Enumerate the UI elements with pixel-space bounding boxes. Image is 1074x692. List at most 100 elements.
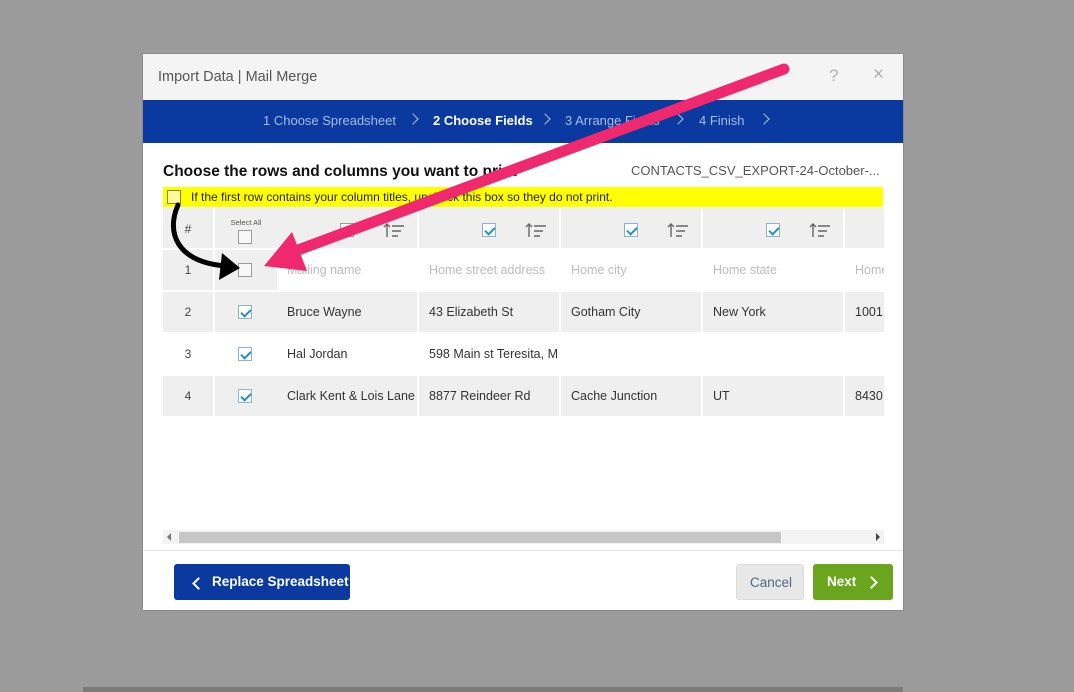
cell-text: Clark Kent & Lois Lane bbox=[287, 389, 415, 403]
cell-text: UT bbox=[713, 389, 730, 403]
sort-icon[interactable] bbox=[809, 222, 831, 238]
row-select-cell bbox=[215, 292, 277, 332]
scroll-right-icon[interactable] bbox=[876, 533, 880, 541]
row-number: 1 bbox=[184, 263, 192, 277]
scrollbar-thumb[interactable] bbox=[179, 532, 781, 543]
row-number-cell: 1 bbox=[163, 250, 213, 290]
chevron-right-icon bbox=[407, 113, 419, 125]
cell-text: 1001 bbox=[855, 305, 883, 319]
page-heading: Choose the rows and columns you want to … bbox=[163, 163, 517, 180]
cell-text: Gotham City bbox=[571, 305, 641, 319]
row-number: 4 bbox=[184, 389, 192, 403]
chevron-right-icon bbox=[672, 113, 684, 125]
footer-divider bbox=[143, 550, 903, 551]
replace-spreadsheet-button[interactable]: Replace Spreadsheet bbox=[174, 564, 350, 600]
scroll-left-icon[interactable] bbox=[167, 533, 171, 541]
column-header-5 bbox=[845, 208, 884, 248]
table-cell: Home bbox=[845, 250, 884, 290]
dialog-titlebar: Import Data | Mail Merge ? × bbox=[143, 54, 903, 100]
chevron-left-icon bbox=[192, 577, 205, 590]
column-header-1 bbox=[277, 208, 417, 248]
cell-text: 8430 bbox=[855, 389, 883, 403]
cell-text: Bruce Wayne bbox=[287, 305, 362, 319]
table-cell bbox=[561, 334, 701, 374]
dialog-title: Import Data | Mail Merge bbox=[158, 69, 318, 85]
sort-icon[interactable] bbox=[667, 222, 689, 238]
row-number: 3 bbox=[184, 347, 192, 361]
wizard-steps: 1 Choose Spreadsheet 2 Choose Fields 3 A… bbox=[143, 100, 903, 143]
chevron-right-icon bbox=[539, 113, 551, 125]
chevron-right-icon bbox=[865, 576, 878, 589]
table-cell bbox=[845, 334, 884, 374]
select-all-checkbox[interactable] bbox=[238, 230, 252, 244]
row-select-cell bbox=[215, 250, 277, 290]
column-checkbox[interactable] bbox=[624, 223, 638, 237]
cell-text: 598 Main st Teresita, M bbox=[429, 347, 558, 361]
step-choose-fields[interactable]: 2 Choose Fields bbox=[433, 113, 533, 128]
table-cell bbox=[703, 334, 843, 374]
table-cell: Home city bbox=[561, 250, 701, 290]
cancel-label: Cancel bbox=[750, 575, 793, 590]
cell-text: Home bbox=[855, 263, 884, 277]
table-cell: 8877 Reindeer Rd bbox=[419, 376, 559, 416]
sort-icon[interactable] bbox=[383, 222, 405, 238]
replace-spreadsheet-label: Replace Spreadsheet bbox=[212, 574, 349, 589]
horizontal-scrollbar[interactable] bbox=[163, 530, 884, 544]
row-number-cell: 2 bbox=[163, 292, 213, 332]
next-button[interactable]: Next bbox=[813, 564, 893, 600]
column-header-3 bbox=[561, 208, 701, 248]
table-cell: Home street address bbox=[419, 250, 559, 290]
cell-text: New York bbox=[713, 305, 766, 319]
next-label: Next bbox=[827, 574, 857, 589]
row-number-cell: 3 bbox=[163, 334, 213, 374]
table-cell: UT bbox=[703, 376, 843, 416]
select-all-label: Select All bbox=[230, 218, 262, 227]
background-strip bbox=[83, 687, 903, 692]
first-row-notice: If the first row contains your column ti… bbox=[163, 187, 883, 207]
row-number: 2 bbox=[184, 305, 192, 319]
cell-text: 43 Elizabeth St bbox=[429, 305, 514, 319]
table-cell: Home state bbox=[703, 250, 843, 290]
cancel-button[interactable]: Cancel bbox=[736, 564, 804, 600]
table-cell: Hal Jordan bbox=[277, 334, 417, 374]
table-cell: New York bbox=[703, 292, 843, 332]
step-choose-spreadsheet[interactable]: 1 Choose Spreadsheet bbox=[263, 113, 396, 128]
row-number-cell: 4 bbox=[163, 376, 213, 416]
first-row-checkbox[interactable] bbox=[167, 190, 181, 204]
column-header-2 bbox=[419, 208, 559, 248]
table-cell: Clark Kent & Lois Lane bbox=[277, 376, 417, 416]
help-icon[interactable]: ? bbox=[829, 66, 838, 86]
close-icon[interactable]: × bbox=[873, 65, 884, 85]
cell-text: Home state bbox=[713, 263, 777, 277]
import-dialog: Import Data | Mail Merge ? × 1 Choose Sp… bbox=[142, 53, 904, 611]
spreadsheet-filename: CONTACTS_CSV_EXPORT-24-October-... bbox=[631, 163, 880, 178]
column-checkbox[interactable] bbox=[482, 223, 496, 237]
column-checkbox[interactable] bbox=[340, 223, 354, 237]
column-header-4 bbox=[703, 208, 843, 248]
step-arrange-fields[interactable]: 3 Arrange Fields bbox=[565, 113, 660, 128]
data-grid: # Select All 1 Mailing name Home street … bbox=[163, 208, 884, 420]
cell-text: Home city bbox=[571, 263, 627, 277]
cell-text: Cache Junction bbox=[571, 389, 658, 403]
table-cell: Mailing name bbox=[277, 250, 417, 290]
row-checkbox[interactable] bbox=[238, 347, 252, 361]
cell-text: 8877 Reindeer Rd bbox=[429, 389, 531, 403]
table-cell: 1001 bbox=[845, 292, 884, 332]
table-cell: 598 Main st Teresita, M bbox=[419, 334, 559, 374]
step-finish[interactable]: 4 Finish bbox=[699, 113, 745, 128]
row-select-cell bbox=[215, 376, 277, 416]
header-num-cell: # bbox=[163, 208, 213, 248]
table-cell: 8430 bbox=[845, 376, 884, 416]
notice-text: If the first row contains your column ti… bbox=[191, 190, 613, 204]
table-cell: Cache Junction bbox=[561, 376, 701, 416]
row-checkbox[interactable] bbox=[238, 389, 252, 403]
select-all-cell: Select All bbox=[215, 208, 277, 248]
row-select-cell bbox=[215, 334, 277, 374]
sort-icon[interactable] bbox=[525, 222, 547, 238]
row-checkbox[interactable] bbox=[238, 305, 252, 319]
cell-text: Home street address bbox=[429, 263, 546, 277]
header-num: # bbox=[184, 222, 192, 236]
cell-text: Hal Jordan bbox=[287, 347, 348, 361]
column-checkbox[interactable] bbox=[766, 223, 780, 237]
row-checkbox[interactable] bbox=[238, 263, 252, 277]
